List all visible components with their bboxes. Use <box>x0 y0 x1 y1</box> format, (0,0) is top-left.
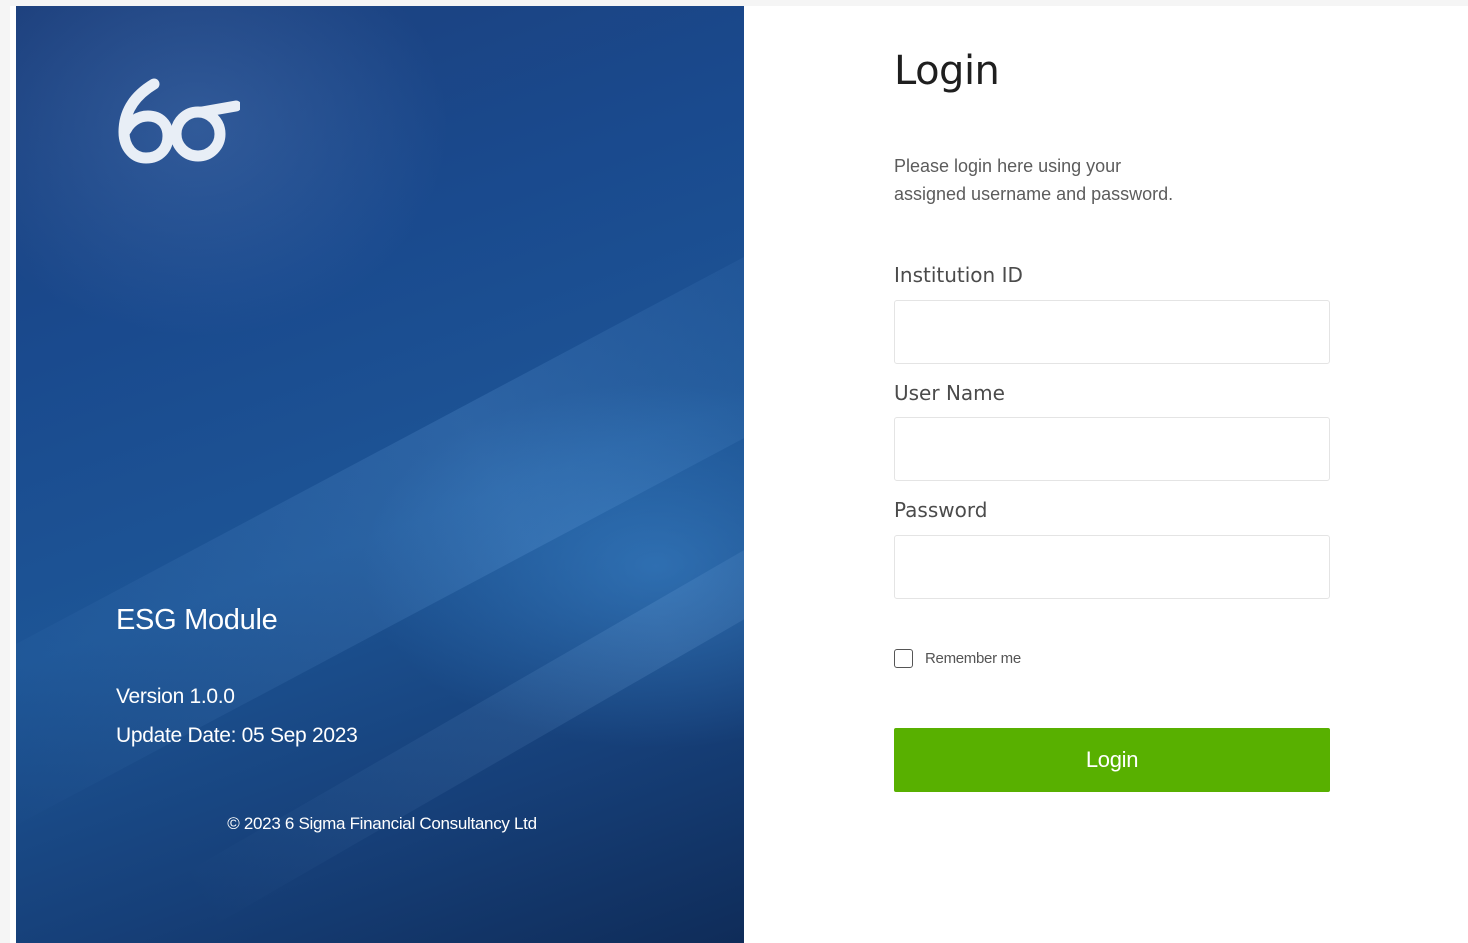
update-date-text: Update Date: 05 Sep 2023 <box>116 724 358 747</box>
copyright-text: © 2023 6 Sigma Financial Consultancy Ltd <box>227 814 537 833</box>
institution-id-label: Institution ID <box>894 263 1023 287</box>
user-name-label: User Name <box>894 381 1005 405</box>
user-name-input[interactable] <box>894 417 1330 481</box>
login-page: ESG Module Version 1.0.0 Update Date: 05… <box>0 0 1468 943</box>
remember-me-label[interactable]: Remember me <box>925 650 1021 667</box>
remember-me-row[interactable]: Remember me <box>894 647 1021 669</box>
intro-text-line-1: Please login here using your <box>894 156 1122 176</box>
module-title: ESG Module <box>116 604 278 636</box>
password-input[interactable] <box>894 535 1330 599</box>
page-title: Login <box>894 48 1000 94</box>
remember-me-checkbox[interactable] <box>894 648 913 668</box>
login-button[interactable]: Login <box>894 728 1330 792</box>
password-label: Password <box>894 498 988 522</box>
institution-id-input[interactable] <box>894 300 1330 364</box>
version-text: Version 1.0.0 <box>116 685 235 708</box>
brand-panel: ESG Module Version 1.0.0 Update Date: 05… <box>16 6 744 943</box>
intro-text-line-2: assigned username and password. <box>894 184 1174 204</box>
six-sigma-logo-icon <box>118 78 240 164</box>
background-light-streak <box>181 425 744 927</box>
